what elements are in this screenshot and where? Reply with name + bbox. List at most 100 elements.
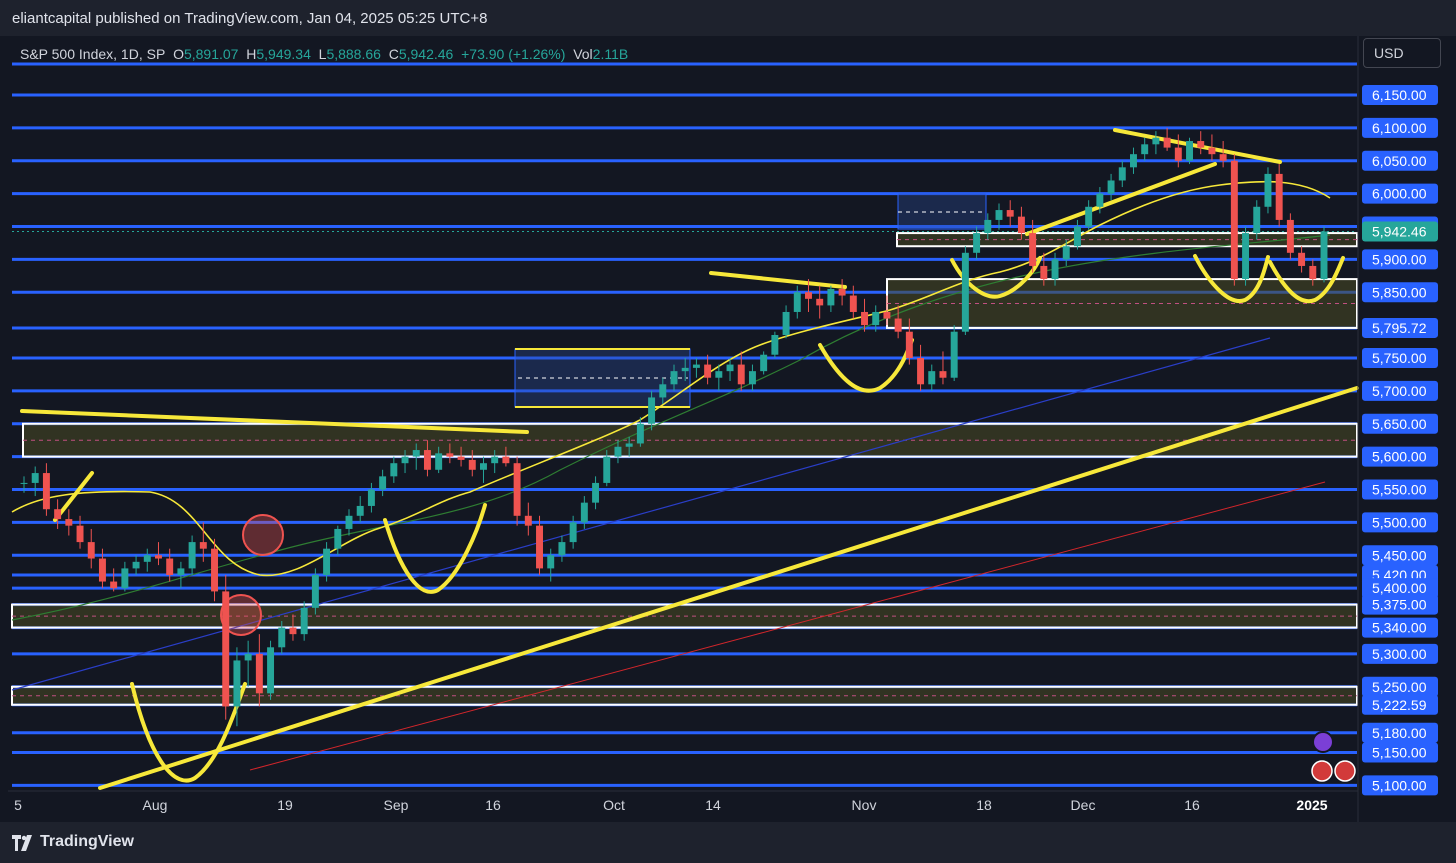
candle-body	[468, 459, 476, 470]
candle-body	[849, 295, 857, 312]
time-axis-label: 16	[1184, 797, 1200, 813]
time-axis-label: Aug	[143, 797, 168, 813]
candle-body	[54, 509, 62, 520]
candle-body	[423, 450, 431, 470]
candle-body	[311, 574, 319, 608]
candle-body	[827, 288, 835, 306]
candle	[569, 515, 577, 549]
price-axis-label: 5,500.00	[1362, 512, 1438, 533]
candle-body	[1085, 206, 1093, 227]
price-label-text: 6,150.00	[1372, 87, 1427, 103]
candle-body	[984, 219, 992, 234]
candle	[793, 285, 801, 319]
candle	[1264, 167, 1272, 214]
candle-body	[87, 542, 95, 559]
candle	[132, 555, 140, 575]
time-axis-label: Oct	[603, 797, 625, 813]
event-icons[interactable]	[1311, 731, 1356, 782]
price-label-text: 5,650.00	[1372, 416, 1427, 432]
time-axis-label: Nov	[852, 797, 877, 813]
candle	[166, 548, 174, 582]
resistance-trendline	[709, 271, 847, 289]
candle-body	[233, 660, 241, 707]
candle	[782, 305, 790, 339]
lightning-icon[interactable]	[1312, 731, 1334, 753]
candle-body	[491, 456, 499, 464]
candle	[1208, 134, 1216, 161]
candle-body	[558, 542, 566, 556]
candle	[1085, 200, 1093, 230]
currency-selector[interactable]: USD	[1363, 38, 1441, 68]
candle	[1107, 173, 1115, 201]
candle-body	[1062, 246, 1070, 260]
candle-body	[805, 292, 812, 299]
candle-body	[188, 542, 196, 569]
price-label-text: 5,700.00	[1372, 383, 1427, 399]
candle	[267, 640, 275, 700]
candle	[65, 509, 73, 536]
close-label: C	[388, 46, 399, 62]
candle-body	[20, 482, 28, 484]
tradingview-logo-icon	[12, 835, 32, 851]
close-value: 5,942.46	[398, 46, 454, 62]
candle-body	[1264, 173, 1272, 207]
candlestick-chart[interactable]: 6,150.006,100.006,050.006,000.005,950.00…	[0, 0, 1456, 863]
candle	[1130, 147, 1137, 174]
candle	[334, 525, 342, 556]
price-label-text: 5,375.00	[1372, 597, 1427, 613]
candle-body	[513, 463, 521, 516]
candle-body	[267, 647, 275, 694]
open-label: O	[173, 46, 184, 62]
candle	[480, 456, 487, 483]
low-value: 5,888.66	[326, 46, 381, 62]
candle-body	[648, 397, 656, 424]
change-value: +73.90 (+1.26%)	[461, 46, 566, 62]
candle-body	[1118, 167, 1126, 181]
price-axis-label: 5,300.00	[1362, 643, 1438, 664]
candle-body	[973, 233, 981, 253]
candle	[513, 456, 521, 526]
current-price-label: 5,942.46	[1362, 221, 1438, 242]
candle	[1118, 160, 1126, 188]
price-axis-label: 6,050.00	[1362, 150, 1438, 171]
price-label-text: 6,050.00	[1372, 153, 1427, 169]
candle-body	[110, 581, 118, 589]
candle-body	[177, 568, 185, 575]
candle-body	[1320, 231, 1328, 280]
candle	[917, 344, 925, 391]
candle	[390, 456, 398, 483]
price-axis-label: 5,900.00	[1362, 249, 1438, 270]
price-label-text: 6,100.00	[1372, 120, 1427, 136]
candle	[1298, 246, 1306, 273]
time-axis-label: 2025	[1296, 797, 1327, 813]
time-axis-label: Dec	[1071, 797, 1096, 813]
candle-body	[760, 354, 768, 372]
price-axis-label: 5,450.00	[1362, 545, 1438, 566]
price-axis-label: 5,750.00	[1362, 348, 1438, 368]
us-flag-icon[interactable]	[1311, 760, 1333, 782]
candle-body	[1051, 259, 1059, 280]
open-value: 5,891.07	[183, 46, 239, 62]
candle	[827, 285, 835, 312]
candle-body	[278, 627, 286, 648]
price-axis-label: 6,150.00	[1362, 85, 1438, 105]
price-axis-label: 5,340.00	[1362, 617, 1438, 638]
current-price-text: 5,942.46	[1372, 223, 1427, 239]
candle-body	[793, 292, 801, 312]
candle-body	[1006, 210, 1014, 217]
candle-body	[457, 456, 465, 460]
price-label-text: 5,340.00	[1372, 620, 1427, 636]
candle	[76, 515, 84, 549]
candle-body	[1096, 193, 1104, 207]
candle	[54, 499, 62, 529]
candle-body	[42, 473, 50, 510]
candle-body	[323, 548, 331, 575]
price-axis-label: 5,550.00	[1362, 479, 1438, 500]
candle	[928, 364, 936, 391]
candle	[222, 574, 230, 720]
price-label-text: 5,900.00	[1372, 251, 1427, 267]
us-flag-icon[interactable]	[1334, 760, 1356, 782]
candle	[42, 463, 50, 516]
candle-body	[636, 423, 644, 444]
candle-body	[1286, 219, 1294, 253]
